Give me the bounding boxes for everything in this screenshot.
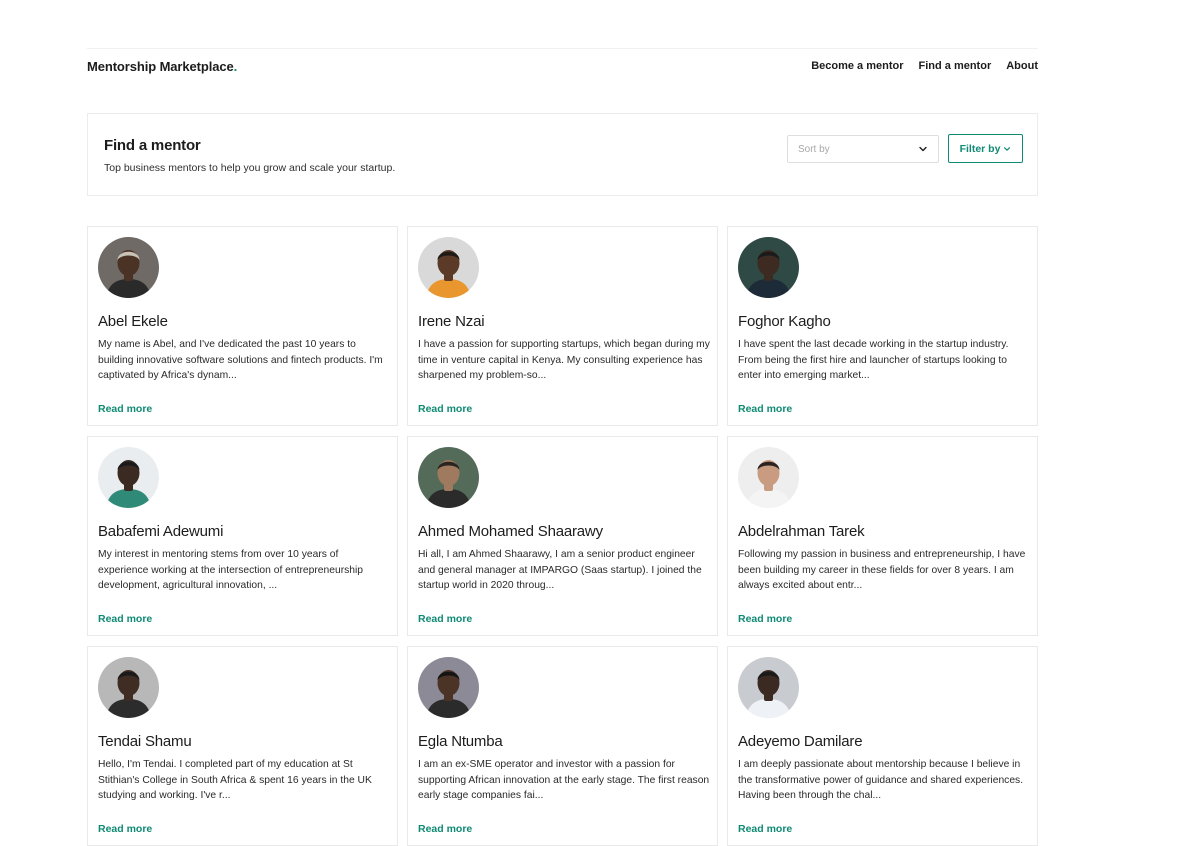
avatar-icon xyxy=(738,237,799,298)
read-more-link[interactable]: Read more xyxy=(738,403,792,415)
avatar-icon xyxy=(738,447,799,508)
page-subtitle: Top business mentors to help you grow an… xyxy=(104,162,396,174)
mentor-name: Abel Ekele xyxy=(98,313,168,330)
avatar-icon xyxy=(418,447,479,508)
mentor-bio: I am deeply passionate about mentorship … xyxy=(738,759,1024,801)
avatar-icon xyxy=(98,237,159,298)
read-more-link[interactable]: Read more xyxy=(418,613,472,625)
nav-about[interactable]: About xyxy=(1006,60,1038,72)
read-more-link[interactable]: Read more xyxy=(418,403,472,415)
avatar-icon xyxy=(98,447,159,508)
avatar-icon xyxy=(738,657,799,718)
avatar[interactable] xyxy=(738,447,799,508)
read-more-link[interactable]: Read more xyxy=(98,403,152,415)
mentor-card[interactable]: Adeyemo Damilare I am deeply passionate a… xyxy=(727,646,1038,846)
nav-find-mentor[interactable]: Find a mentor xyxy=(919,60,992,72)
chevron-down-icon xyxy=(1004,146,1011,151)
mentor-bio: I have a passion for supporting startups… xyxy=(418,339,710,381)
mentor-card[interactable]: Abdelrahman Tarek Following my passion in… xyxy=(727,436,1038,636)
avatar[interactable] xyxy=(418,237,479,298)
mentor-name: Egla Ntumba xyxy=(418,733,503,750)
mentor-name: Tendai Shamu xyxy=(98,733,192,750)
nav-become-mentor[interactable]: Become a mentor xyxy=(811,60,903,72)
avatar-icon xyxy=(418,657,479,718)
page-title: Find a mentor xyxy=(104,137,201,154)
mentor-bio: I have spent the last decade working in … xyxy=(738,339,1009,381)
filter-button[interactable]: Filter by xyxy=(948,134,1023,163)
avatar[interactable] xyxy=(738,657,799,718)
mentor-card[interactable]: Abel Ekele My name is Abel, and I've dedi… xyxy=(87,226,398,426)
mentor-name: Babafemi Adewumi xyxy=(98,523,224,540)
mentor-bio: Following my passion in business and ent… xyxy=(738,549,1026,591)
mentor-name: Foghor Kagho xyxy=(738,313,831,330)
avatar-icon xyxy=(98,657,159,718)
avatar[interactable] xyxy=(418,657,479,718)
mentor-card[interactable]: Egla Ntumba I am an ex-SME operator and i… xyxy=(407,646,718,846)
read-more-link[interactable]: Read more xyxy=(418,823,472,835)
avatar[interactable] xyxy=(98,447,159,508)
mentor-name: Irene Nzai xyxy=(418,313,485,330)
avatar[interactable] xyxy=(738,237,799,298)
header-divider xyxy=(87,48,1038,49)
mentor-name: Adeyemo Damilare xyxy=(738,733,863,750)
main-nav: Become a mentor Find a mentor About xyxy=(811,60,1038,72)
mentor-card[interactable]: Babafemi Adewumi My interest in mentoring… xyxy=(87,436,398,636)
mentor-bio: Hi all, I am Ahmed Shaarawy, I am a seni… xyxy=(418,549,702,591)
mentor-bio: My interest in mentoring stems from over… xyxy=(98,549,364,591)
mentor-bio: Hello, I'm Tendai. I completed part of m… xyxy=(98,759,372,801)
avatar[interactable] xyxy=(418,447,479,508)
mentor-bio: I am an ex-SME operator and investor wit… xyxy=(418,759,710,801)
mentor-card[interactable]: Irene Nzai I have a passion for supportin… xyxy=(407,226,718,426)
avatar-icon xyxy=(418,237,479,298)
sort-select[interactable]: Sort by xyxy=(787,135,939,163)
read-more-link[interactable]: Read more xyxy=(738,823,792,835)
mentor-card[interactable]: Foghor Kagho I have spent the last decade… xyxy=(727,226,1038,426)
read-more-link[interactable]: Read more xyxy=(738,613,792,625)
chevron-down-icon xyxy=(919,146,927,152)
sort-placeholder: Sort by xyxy=(798,144,830,155)
brand-logo[interactable]: Mentorship Marketplace. xyxy=(87,59,237,74)
mentor-name: Ahmed Mohamed Shaarawy xyxy=(418,523,603,540)
mentor-card[interactable]: Ahmed Mohamed Shaarawy Hi all, I am Ahmed… xyxy=(407,436,718,636)
read-more-link[interactable]: Read more xyxy=(98,613,152,625)
find-mentor-panel: Find a mentor Top business mentors to he… xyxy=(87,113,1038,196)
avatar[interactable] xyxy=(98,237,159,298)
mentor-card[interactable]: Tendai Shamu Hello, I'm Tendai. I complet… xyxy=(87,646,398,846)
mentor-name: Abdelrahman Tarek xyxy=(738,523,865,540)
site-header: Mentorship Marketplace. Become a mentor … xyxy=(87,57,1038,75)
avatar[interactable] xyxy=(98,657,159,718)
mentor-bio: My name is Abel, and I've dedicated the … xyxy=(98,339,383,381)
filter-label: Filter by xyxy=(959,142,1001,155)
read-more-link[interactable]: Read more xyxy=(98,823,152,835)
